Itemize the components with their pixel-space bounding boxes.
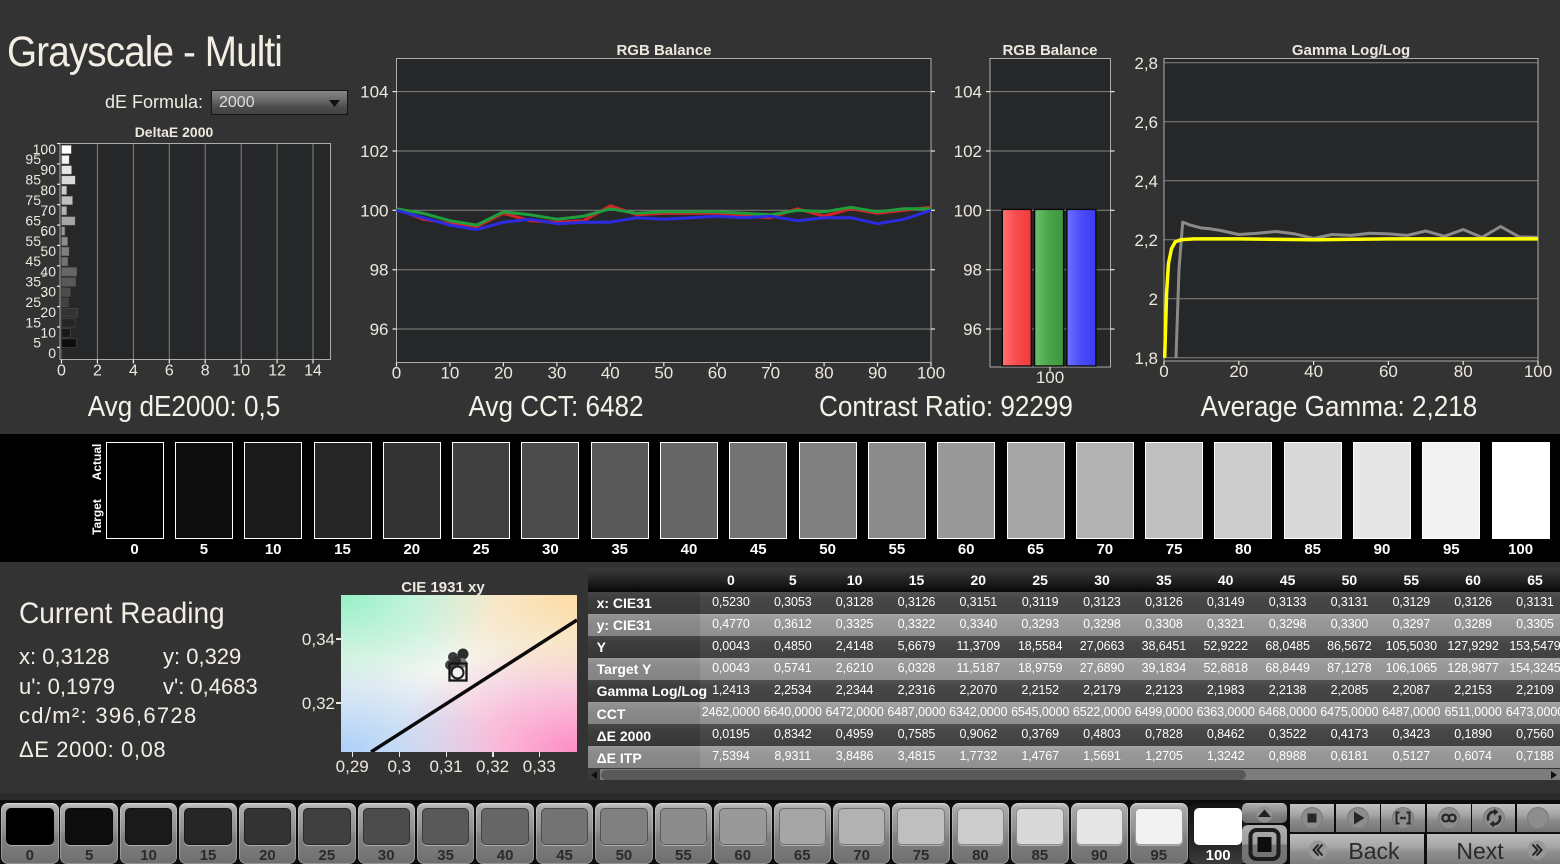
- svg-text:2: 2: [93, 363, 102, 380]
- svg-text:2: 2: [1149, 290, 1158, 309]
- svg-text:12: 12: [268, 363, 286, 380]
- svg-text:14: 14: [304, 363, 322, 380]
- svg-text:2,8: 2,8: [1134, 54, 1158, 73]
- svg-text:2,2: 2,2: [1134, 231, 1158, 250]
- svg-text:45: 45: [25, 253, 41, 269]
- svg-text:100: 100: [954, 201, 982, 220]
- svg-text:0: 0: [57, 363, 66, 380]
- svg-text:1,8: 1,8: [1134, 349, 1158, 368]
- svg-text:90: 90: [40, 161, 56, 177]
- svg-text:20: 20: [40, 304, 56, 320]
- svg-text:100: 100: [360, 201, 388, 220]
- svg-text:10: 10: [40, 325, 56, 341]
- svg-text:RGB Balance: RGB Balance: [1002, 42, 1097, 59]
- svg-text:102: 102: [954, 142, 982, 161]
- svg-text:70: 70: [40, 202, 56, 218]
- svg-text:60: 60: [40, 223, 56, 239]
- svg-text:25: 25: [25, 294, 41, 310]
- svg-text:4: 4: [129, 363, 138, 380]
- svg-text:Gamma Log/Log: Gamma Log/Log: [1292, 42, 1410, 59]
- svg-text:96: 96: [963, 320, 982, 339]
- svg-text:98: 98: [370, 261, 389, 280]
- svg-text:50: 50: [40, 243, 56, 259]
- svg-text:2,4: 2,4: [1134, 172, 1158, 191]
- svg-text:RGB Balance: RGB Balance: [616, 42, 711, 59]
- svg-text:35: 35: [25, 274, 41, 290]
- svg-text:75: 75: [25, 192, 41, 208]
- svg-text:98: 98: [963, 261, 982, 280]
- svg-text:8: 8: [201, 363, 210, 380]
- svg-text:104: 104: [954, 83, 982, 102]
- svg-text:80: 80: [40, 182, 56, 198]
- svg-text:102: 102: [360, 142, 388, 161]
- svg-text:DeltaE 2000: DeltaE 2000: [135, 124, 214, 140]
- svg-text:104: 104: [360, 83, 388, 102]
- svg-text:55: 55: [25, 233, 41, 249]
- svg-text:96: 96: [370, 320, 389, 339]
- svg-text:40: 40: [40, 263, 56, 279]
- svg-text:65: 65: [25, 212, 41, 228]
- svg-text:100: 100: [33, 141, 57, 157]
- svg-text:6: 6: [165, 363, 174, 380]
- svg-text:85: 85: [25, 172, 41, 188]
- svg-text:2,6: 2,6: [1134, 113, 1158, 132]
- svg-text:10: 10: [232, 363, 250, 380]
- svg-text:0: 0: [48, 345, 56, 361]
- svg-text:30: 30: [40, 284, 56, 300]
- svg-text:15: 15: [25, 314, 41, 330]
